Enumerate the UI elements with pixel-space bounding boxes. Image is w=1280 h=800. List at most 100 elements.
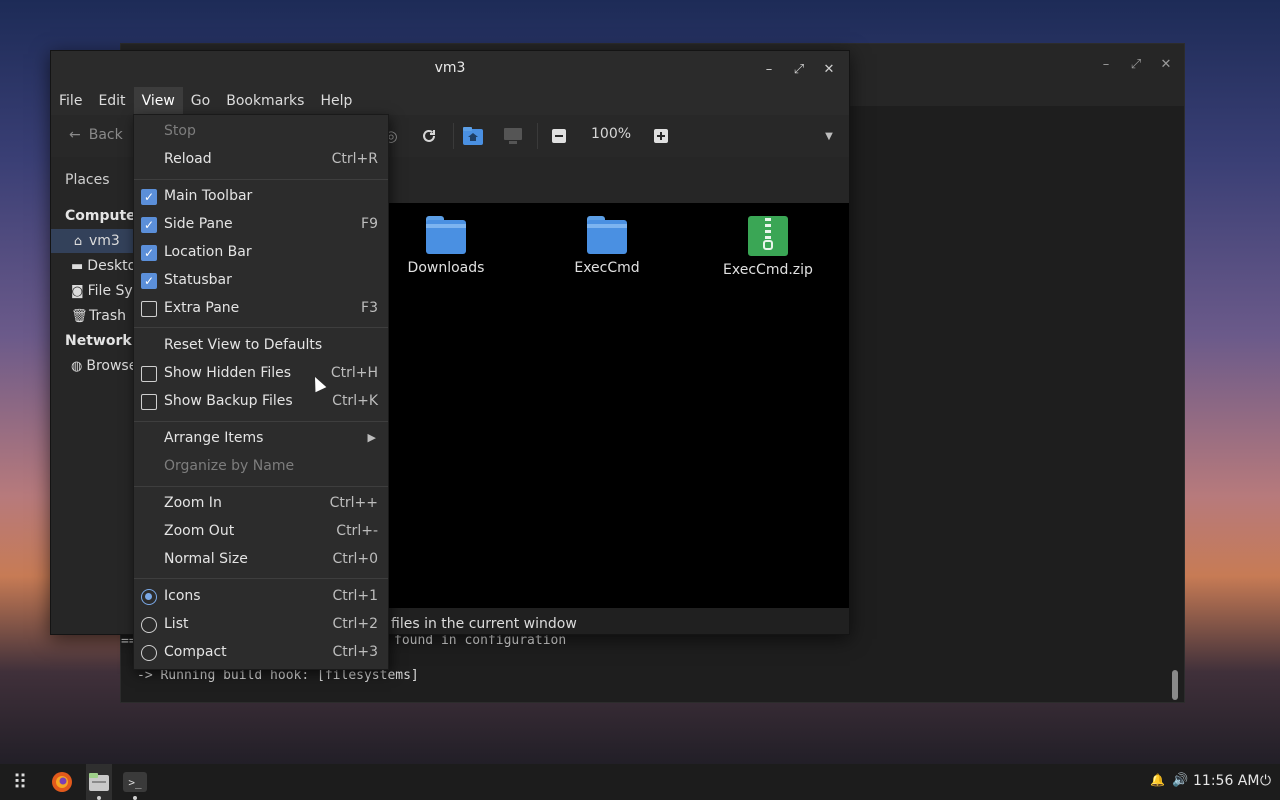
- sidebar-item-label: Trash: [89, 308, 126, 324]
- menu-item-label: Zoom In: [164, 495, 222, 511]
- minimize-icon[interactable]: –: [759, 59, 779, 79]
- maximize-icon[interactable]: ⤢: [1126, 54, 1146, 74]
- trash-icon: 🗑: [71, 308, 88, 324]
- file-manager-icon[interactable]: [87, 770, 111, 794]
- checkbox-checked-icon[interactable]: ✓: [141, 245, 157, 261]
- checkbox-checked-icon[interactable]: ✓: [141, 189, 157, 205]
- menu-separator: [134, 578, 388, 579]
- home-icon: ⌂: [73, 233, 83, 249]
- menu-separator: [134, 179, 388, 180]
- close-icon[interactable]: ✕: [1156, 54, 1176, 74]
- menu-item-list[interactable]: List Ctrl+2: [134, 611, 388, 639]
- terminal-scrollbar[interactable]: [1172, 670, 1178, 700]
- zoom-out-icon[interactable]: [549, 126, 569, 146]
- menu-item-shortcut: Ctrl++: [329, 495, 378, 511]
- menu-item-side-pane[interactable]: ✓ Side Pane F9: [134, 211, 388, 239]
- menu-item-reload[interactable]: Reload Ctrl+R: [134, 146, 388, 174]
- back-button[interactable]: ← Back: [69, 127, 123, 143]
- checkbox-unchecked-icon[interactable]: [141, 394, 157, 410]
- chevron-right-icon: ▶: [367, 431, 376, 444]
- terminal-icon[interactable]: >_: [123, 772, 147, 792]
- sidebar-item-vm3[interactable]: ⌂ vm3: [51, 229, 135, 253]
- radio-unselected-icon[interactable]: [141, 645, 157, 661]
- sidebar-header-network: Network: [65, 333, 132, 349]
- menu-go[interactable]: Go: [183, 87, 218, 115]
- menu-item-reset-view[interactable]: Reset View to Defaults: [134, 332, 388, 360]
- menu-bookmarks[interactable]: Bookmarks: [218, 87, 312, 115]
- menu-view[interactable]: View: [133, 87, 183, 115]
- sidebar-item-file-system[interactable]: ◙ File System: [51, 279, 135, 303]
- menu-item-location-bar[interactable]: ✓ Location Bar: [134, 239, 388, 267]
- menu-item-icons[interactable]: Icons Ctrl+1: [134, 583, 388, 611]
- radio-selected-icon[interactable]: [141, 589, 157, 605]
- file-name: ExecCmd.zip: [723, 262, 813, 278]
- sidebar-item-browse-network[interactable]: ◍ Browse Network: [51, 354, 135, 378]
- menu-item-show-hidden-files[interactable]: Show Hidden Files Ctrl+H: [134, 360, 388, 388]
- menu-help[interactable]: Help: [312, 87, 360, 115]
- window-titlebar[interactable]: vm3 – ⤢ ✕: [51, 51, 849, 87]
- menu-item-label: Location Bar: [164, 244, 252, 260]
- toolbar-separator: [537, 123, 538, 149]
- menu-file[interactable]: File: [51, 87, 90, 115]
- maximize-icon[interactable]: ⤢: [789, 59, 809, 79]
- file-item-execcmd[interactable]: ExecCmd: [552, 216, 662, 276]
- back-label: Back: [88, 127, 123, 143]
- menu-item-stop: Stop: [134, 118, 388, 146]
- sidebar-item-desktop[interactable]: ▬ Desktop: [51, 254, 135, 278]
- menu-item-zoom-out[interactable]: Zoom Out Ctrl+-: [134, 518, 388, 546]
- menu-edit[interactable]: Edit: [90, 87, 133, 115]
- toolbar-separator: [453, 123, 454, 149]
- file-item-downloads[interactable]: Downloads: [391, 216, 501, 276]
- menu-item-label: List: [164, 616, 189, 632]
- reload-icon[interactable]: [419, 126, 439, 146]
- computer-icon[interactable]: [503, 126, 523, 146]
- sidebar-item-label: vm3: [89, 233, 120, 249]
- menu-item-extra-pane[interactable]: Extra Pane F3: [134, 295, 388, 323]
- checkbox-checked-icon[interactable]: ✓: [141, 217, 157, 233]
- zip-archive-icon: [748, 216, 788, 256]
- home-folder-icon[interactable]: [463, 126, 483, 146]
- menu-item-normal-size[interactable]: Normal Size Ctrl+0: [134, 546, 388, 574]
- sidebar-item-label: Browse Network: [86, 358, 135, 374]
- menu-item-main-toolbar[interactable]: ✓ Main Toolbar: [134, 183, 388, 211]
- terminal-line: found in configuration: [394, 633, 567, 648]
- view-menu-dropdown: Stop Reload Ctrl+R ✓ Main Toolbar ✓ Side…: [133, 114, 389, 670]
- zoom-in-icon[interactable]: [651, 126, 671, 146]
- checkbox-checked-icon[interactable]: ✓: [141, 273, 157, 289]
- menu-item-label: Normal Size: [164, 551, 248, 567]
- file-item-execcmd-zip[interactable]: ExecCmd.zip: [713, 216, 823, 278]
- checkbox-unchecked-icon[interactable]: [141, 301, 157, 317]
- menu-item-label: Show Hidden Files: [164, 365, 292, 381]
- menu-item-statusbar[interactable]: ✓ Statusbar: [134, 267, 388, 295]
- desktop-icon: ▬: [71, 258, 84, 274]
- volume-icon[interactable]: 🔊: [1172, 773, 1188, 788]
- status-text: files in the current window: [391, 616, 577, 632]
- clock[interactable]: 11:56 AM: [1193, 773, 1259, 789]
- radio-unselected-icon[interactable]: [141, 617, 157, 633]
- checkbox-unchecked-icon[interactable]: [141, 366, 157, 382]
- terminal-window-controls: – ⤢ ✕: [1096, 54, 1176, 74]
- minimize-icon[interactable]: –: [1096, 54, 1116, 74]
- firefox-icon[interactable]: [50, 770, 74, 794]
- power-icon[interactable]: ⏻: [1260, 773, 1271, 789]
- chevron-down-icon[interactable]: ▼: [819, 126, 839, 146]
- close-icon[interactable]: ✕: [819, 59, 839, 79]
- menu-item-shortcut: F9: [361, 216, 378, 232]
- menu-separator: [134, 327, 388, 328]
- menu-item-label: Statusbar: [164, 272, 232, 288]
- bell-icon[interactable]: 🔔: [1150, 773, 1165, 787]
- menu-bar: File Edit View Go Bookmarks Help: [51, 87, 849, 115]
- app-grid-icon[interactable]: ⠿: [8, 770, 32, 794]
- side-pane: Computer ⌂ vm3 ▬ Desktop ◙ File System 🗑…: [51, 203, 143, 634]
- menu-item-arrange-items[interactable]: Arrange Items ▶: [134, 425, 388, 453]
- menu-item-show-backup-files[interactable]: Show Backup Files Ctrl+K: [134, 388, 388, 416]
- menu-item-zoom-in[interactable]: Zoom In Ctrl++: [134, 490, 388, 518]
- running-indicator: [133, 796, 137, 800]
- arrow-left-icon: ←: [69, 127, 81, 143]
- menu-item-compact[interactable]: Compact Ctrl+3: [134, 639, 388, 667]
- sidebar-item-trash[interactable]: 🗑 Trash: [51, 304, 135, 328]
- menu-item-shortcut: F3: [361, 300, 378, 316]
- menu-item-label: Stop: [164, 123, 196, 139]
- places-label[interactable]: Places: [65, 172, 110, 188]
- terminal-line: -> Running build hook: [filesystems]: [137, 668, 419, 683]
